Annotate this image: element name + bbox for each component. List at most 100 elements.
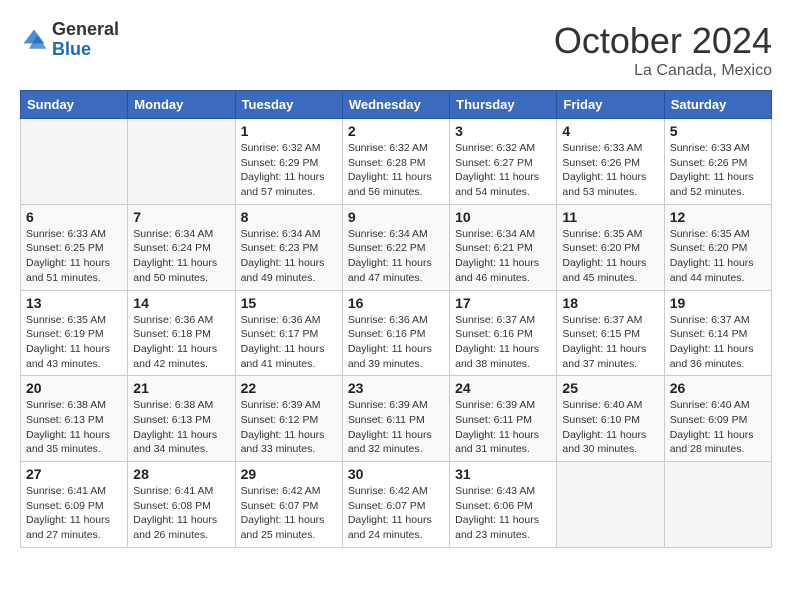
calendar-cell: 5Sunrise: 6:33 AM Sunset: 6:26 PM Daylig…	[664, 119, 771, 205]
day-number: 10	[455, 209, 551, 225]
calendar-cell: 3 Sunrise: 6:32 AM Sunset: 6:27 PM Daylig…	[450, 119, 557, 205]
day-info: Sunrise: 6:37 AM Sunset: 6:14 PM Dayligh…	[670, 313, 766, 372]
logo-general: General	[52, 19, 119, 39]
calendar-week-row: 27 Sunrise: 6:41 AM Sunset: 6:09 PM Dayli…	[21, 462, 772, 548]
calendar-cell: 11 Sunrise: 6:35 AM Sunset: 6:20 PM Dayli…	[557, 204, 664, 290]
day-info: Sunrise: 6:34 AM Sunset: 6:23 PM Dayligh…	[241, 227, 337, 286]
calendar-cell	[21, 119, 128, 205]
day-number: 3	[455, 123, 551, 139]
day-info: Sunrise: 6:41 AM Sunset: 6:09 PM Dayligh…	[26, 484, 122, 543]
day-number: 17	[455, 295, 551, 311]
calendar-cell: 27 Sunrise: 6:41 AM Sunset: 6:09 PM Dayli…	[21, 462, 128, 548]
weekday-header: Thursday	[450, 91, 557, 119]
weekday-header-row: SundayMondayTuesdayWednesdayThursdayFrid…	[21, 91, 772, 119]
month-title: October 2024	[554, 20, 772, 62]
day-number: 23	[348, 380, 444, 396]
day-info: Sunrise: 6:43 AM Sunset: 6:06 PM Dayligh…	[455, 484, 551, 543]
day-info: Sunrise: 6:37 AM Sunset: 6:16 PM Dayligh…	[455, 313, 551, 372]
calendar-cell: 18 Sunrise: 6:37 AM Sunset: 6:15 PM Dayli…	[557, 290, 664, 376]
calendar-cell: 25 Sunrise: 6:40 AM Sunset: 6:10 PM Dayli…	[557, 376, 664, 462]
calendar-cell: 10 Sunrise: 6:34 AM Sunset: 6:21 PM Dayli…	[450, 204, 557, 290]
calendar-cell	[664, 462, 771, 548]
logo: General Blue	[20, 20, 119, 60]
day-info: Sunrise: 6:36 AM Sunset: 6:16 PM Dayligh…	[348, 313, 444, 372]
calendar-cell: 7 Sunrise: 6:34 AM Sunset: 6:24 PM Daylig…	[128, 204, 235, 290]
day-number: 30	[348, 466, 444, 482]
weekday-header: Tuesday	[235, 91, 342, 119]
calendar-cell: 16 Sunrise: 6:36 AM Sunset: 6:16 PM Dayli…	[342, 290, 449, 376]
calendar-cell: 24Sunrise: 6:39 AM Sunset: 6:11 PM Dayli…	[450, 376, 557, 462]
day-number: 14	[133, 295, 229, 311]
day-info: Sunrise: 6:41 AM Sunset: 6:08 PM Dayligh…	[133, 484, 229, 543]
logo-blue: Blue	[52, 39, 91, 59]
weekday-header: Wednesday	[342, 91, 449, 119]
day-info: Sunrise: 6:35 AM Sunset: 6:19 PM Dayligh…	[26, 313, 122, 372]
day-info: Sunrise: 6:35 AM Sunset: 6:20 PM Dayligh…	[562, 227, 658, 286]
day-info: Sunrise: 6:32 AM Sunset: 6:27 PM Dayligh…	[455, 141, 551, 200]
day-info: Sunrise: 6:40 AM Sunset: 6:10 PM Dayligh…	[562, 398, 658, 457]
calendar-cell: 28Sunrise: 6:41 AM Sunset: 6:08 PM Dayli…	[128, 462, 235, 548]
calendar-cell: 15 Sunrise: 6:36 AM Sunset: 6:17 PM Dayli…	[235, 290, 342, 376]
calendar-cell: 14 Sunrise: 6:36 AM Sunset: 6:18 PM Dayli…	[128, 290, 235, 376]
day-info: Sunrise: 6:40 AM Sunset: 6:09 PM Dayligh…	[670, 398, 766, 457]
day-number: 15	[241, 295, 337, 311]
calendar-cell: 6Sunrise: 6:33 AM Sunset: 6:25 PM Daylig…	[21, 204, 128, 290]
day-number: 18	[562, 295, 658, 311]
calendar-cell: 29Sunrise: 6:42 AM Sunset: 6:07 PM Dayli…	[235, 462, 342, 548]
calendar-week-row: 20 Sunrise: 6:38 AM Sunset: 6:13 PM Dayli…	[21, 376, 772, 462]
day-info: Sunrise: 6:36 AM Sunset: 6:17 PM Dayligh…	[241, 313, 337, 372]
day-number: 20	[26, 380, 122, 396]
day-number: 2	[348, 123, 444, 139]
calendar-table: SundayMondayTuesdayWednesdayThursdayFrid…	[20, 90, 772, 548]
calendar-cell	[557, 462, 664, 548]
day-info: Sunrise: 6:39 AM Sunset: 6:12 PM Dayligh…	[241, 398, 337, 457]
day-number: 22	[241, 380, 337, 396]
weekday-header: Friday	[557, 91, 664, 119]
page-header: General Blue October 2024 La Canada, Mex…	[20, 20, 772, 80]
day-info: Sunrise: 6:35 AM Sunset: 6:20 PM Dayligh…	[670, 227, 766, 286]
calendar-week-row: 1 Sunrise: 6:32 AM Sunset: 6:29 PM Daylig…	[21, 119, 772, 205]
calendar-cell: 13Sunrise: 6:35 AM Sunset: 6:19 PM Dayli…	[21, 290, 128, 376]
day-info: Sunrise: 6:37 AM Sunset: 6:15 PM Dayligh…	[562, 313, 658, 372]
weekday-header: Monday	[128, 91, 235, 119]
calendar-cell: 12Sunrise: 6:35 AM Sunset: 6:20 PM Dayli…	[664, 204, 771, 290]
calendar-cell: 23 Sunrise: 6:39 AM Sunset: 6:11 PM Dayli…	[342, 376, 449, 462]
day-number: 16	[348, 295, 444, 311]
calendar-cell: 26Sunrise: 6:40 AM Sunset: 6:09 PM Dayli…	[664, 376, 771, 462]
day-number: 29	[241, 466, 337, 482]
day-number: 27	[26, 466, 122, 482]
day-number: 5	[670, 123, 766, 139]
logo-icon	[20, 26, 48, 54]
weekday-header: Saturday	[664, 91, 771, 119]
day-number: 4	[562, 123, 658, 139]
day-info: Sunrise: 6:34 AM Sunset: 6:21 PM Dayligh…	[455, 227, 551, 286]
calendar-cell: 31Sunrise: 6:43 AM Sunset: 6:06 PM Dayli…	[450, 462, 557, 548]
day-number: 24	[455, 380, 551, 396]
day-info: Sunrise: 6:34 AM Sunset: 6:22 PM Dayligh…	[348, 227, 444, 286]
calendar-week-row: 6Sunrise: 6:33 AM Sunset: 6:25 PM Daylig…	[21, 204, 772, 290]
day-number: 1	[241, 123, 337, 139]
calendar-cell: 9 Sunrise: 6:34 AM Sunset: 6:22 PM Daylig…	[342, 204, 449, 290]
day-info: Sunrise: 6:38 AM Sunset: 6:13 PM Dayligh…	[26, 398, 122, 457]
calendar-cell: 30Sunrise: 6:42 AM Sunset: 6:07 PM Dayli…	[342, 462, 449, 548]
calendar-cell: 17 Sunrise: 6:37 AM Sunset: 6:16 PM Dayli…	[450, 290, 557, 376]
day-info: Sunrise: 6:34 AM Sunset: 6:24 PM Dayligh…	[133, 227, 229, 286]
day-number: 7	[133, 209, 229, 225]
day-number: 11	[562, 209, 658, 225]
logo-text: General Blue	[52, 20, 119, 60]
calendar-cell: 20 Sunrise: 6:38 AM Sunset: 6:13 PM Dayli…	[21, 376, 128, 462]
day-number: 25	[562, 380, 658, 396]
calendar-cell: 21Sunrise: 6:38 AM Sunset: 6:13 PM Dayli…	[128, 376, 235, 462]
location: La Canada, Mexico	[554, 62, 772, 80]
calendar-cell: 19 Sunrise: 6:37 AM Sunset: 6:14 PM Dayli…	[664, 290, 771, 376]
day-info: Sunrise: 6:32 AM Sunset: 6:29 PM Dayligh…	[241, 141, 337, 200]
day-info: Sunrise: 6:33 AM Sunset: 6:26 PM Dayligh…	[562, 141, 658, 200]
day-number: 21	[133, 380, 229, 396]
calendar-cell: 8Sunrise: 6:34 AM Sunset: 6:23 PM Daylig…	[235, 204, 342, 290]
calendar-cell: 22 Sunrise: 6:39 AM Sunset: 6:12 PM Dayli…	[235, 376, 342, 462]
day-info: Sunrise: 6:39 AM Sunset: 6:11 PM Dayligh…	[348, 398, 444, 457]
day-number: 9	[348, 209, 444, 225]
day-number: 19	[670, 295, 766, 311]
day-info: Sunrise: 6:36 AM Sunset: 6:18 PM Dayligh…	[133, 313, 229, 372]
day-info: Sunrise: 6:33 AM Sunset: 6:25 PM Dayligh…	[26, 227, 122, 286]
